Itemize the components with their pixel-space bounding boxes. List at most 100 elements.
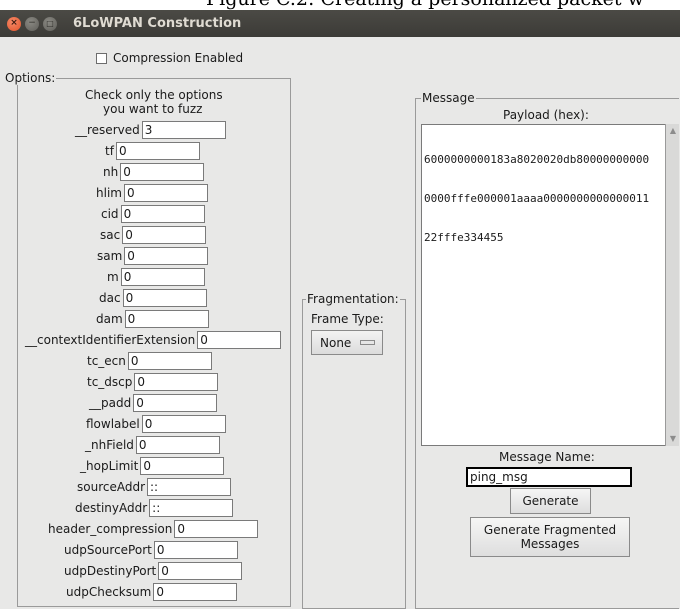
- option-input-dam[interactable]: 0: [124, 310, 209, 328]
- option-label: destinyAddr: [75, 501, 148, 515]
- option-label: dam: [96, 312, 123, 326]
- payload-line: 22fffe334455: [424, 231, 504, 244]
- payload-scrollbar[interactable]: ▲ ▼: [665, 124, 679, 446]
- option-input-hoplimit[interactable]: 0: [140, 457, 225, 475]
- option-row-hlim: hlim 0: [96, 184, 208, 202]
- option-label: tf: [105, 144, 114, 158]
- option-row-nh: nh 0: [103, 163, 205, 181]
- option-label: udpSourcePort: [64, 543, 152, 557]
- option-label: __reserved: [75, 123, 140, 137]
- option-label: __padd: [89, 396, 132, 410]
- option-label: udpDestinyPort: [64, 564, 157, 578]
- option-row-udp-destiny-port: udpDestinyPort 0: [64, 562, 243, 580]
- option-label: __contextIdentifierExtension: [25, 333, 196, 347]
- option-input-destinyaddr[interactable]: ::: [149, 499, 234, 517]
- option-input-header-compression[interactable]: 0: [174, 520, 259, 538]
- option-input-udp-checksum[interactable]: 0: [153, 583, 238, 601]
- option-input-tf[interactable]: 0: [115, 142, 200, 160]
- option-input-tc-dscp[interactable]: 0: [134, 373, 219, 391]
- option-label: hlim: [96, 186, 122, 200]
- option-label: sam: [97, 249, 123, 263]
- option-input-reserved[interactable]: 3: [141, 121, 226, 139]
- minimize-window-button[interactable]: −: [25, 16, 39, 31]
- option-input-hlim[interactable]: 0: [123, 184, 208, 202]
- option-input-sam[interactable]: 0: [124, 247, 209, 265]
- option-row-udp-checksum: udpChecksum 0: [66, 583, 238, 601]
- title-bar: × − □ 6LoWPAN Construction: [0, 10, 680, 37]
- option-row-context-identifier-extension: __contextIdentifierExtension 0: [25, 331, 282, 349]
- option-row-padd: __padd 0: [89, 394, 218, 412]
- payload-label: Payload (hex):: [503, 108, 589, 122]
- minimize-icon: −: [28, 18, 36, 28]
- scroll-down-icon[interactable]: ▼: [667, 433, 679, 445]
- frame-type-dropdown[interactable]: None: [311, 330, 383, 355]
- window-title: 6LoWPAN Construction: [73, 16, 242, 31]
- payload-textarea[interactable]: 6000000000183a8020020db80000000000 0000f…: [421, 124, 666, 446]
- dropdown-indicator-icon: [360, 340, 376, 345]
- option-row-sac: sac 0: [100, 226, 207, 244]
- fragmentation-legend: Fragmentation:: [306, 292, 400, 306]
- compression-label: Compression Enabled: [113, 51, 244, 65]
- message-name-label: Message Name:: [499, 450, 595, 464]
- option-label: tc_ecn: [87, 354, 126, 368]
- option-row-tf: tf 0: [105, 142, 200, 160]
- scroll-up-icon[interactable]: ▲: [667, 125, 679, 137]
- option-label: header_compression: [48, 522, 173, 536]
- option-row-reserved: __reserved 3: [75, 121, 226, 139]
- option-label: _hopLimit: [80, 459, 139, 473]
- close-icon: ×: [10, 18, 18, 28]
- option-label: _nhField: [85, 438, 134, 452]
- message-legend: Message: [421, 91, 476, 105]
- option-input-nhfield[interactable]: 0: [135, 436, 220, 454]
- option-input-dac[interactable]: 0: [122, 289, 207, 307]
- option-label: cid: [101, 207, 119, 221]
- option-input-nh[interactable]: 0: [120, 163, 205, 181]
- maximize-window-button[interactable]: □: [43, 16, 57, 31]
- option-input-sourceaddr[interactable]: ::: [147, 478, 232, 496]
- option-label: flowlabel: [86, 417, 140, 431]
- option-row-nhfield: _nhField 0: [85, 436, 220, 454]
- option-input-padd[interactable]: 0: [133, 394, 218, 412]
- option-row-hoplimit: _hopLimit 0: [80, 457, 225, 475]
- message-name-input[interactable]: ping_msg: [466, 467, 632, 487]
- generate-fragmented-label-line2: Messages: [520, 537, 580, 551]
- option-row-tc-ecn: tc_ecn 0: [87, 352, 212, 370]
- options-legend: Options:: [4, 71, 57, 85]
- option-input-flowlabel[interactable]: 0: [141, 415, 226, 433]
- document-caption-text: Figure C.2: Creating a personalized pack…: [206, 0, 644, 10]
- option-row-m: m 0: [107, 268, 205, 286]
- option-label: dac: [99, 291, 121, 305]
- close-window-button[interactable]: ×: [7, 16, 21, 31]
- frame-type-value: None: [320, 335, 352, 350]
- options-instruction-line1: Check only the options: [85, 88, 223, 102]
- option-row-destinyaddr: destinyAddr ::: [75, 499, 234, 517]
- option-input-context-identifier-extension[interactable]: 0: [197, 331, 282, 349]
- generate-button-label: Generate: [522, 494, 579, 508]
- payload-line: 6000000000183a8020020db80000000000: [424, 153, 650, 166]
- generate-fragmented-button[interactable]: Generate Fragmented Messages: [470, 517, 630, 557]
- option-input-tc-ecn[interactable]: 0: [127, 352, 212, 370]
- option-label: sourceAddr: [77, 480, 146, 494]
- options-instruction-line2: you want to fuzz: [103, 102, 203, 116]
- option-input-udp-destiny-port[interactable]: 0: [158, 562, 243, 580]
- option-label: tc_dscp: [87, 375, 133, 389]
- generate-fragmented-label-line1: Generate Fragmented: [483, 523, 617, 537]
- generate-button[interactable]: Generate: [510, 488, 591, 514]
- maximize-icon: □: [46, 18, 54, 28]
- compression-row: Compression Enabled: [96, 51, 243, 65]
- option-row-cid: cid 0: [101, 205, 205, 223]
- option-label: nh: [103, 165, 119, 179]
- compression-checkbox[interactable]: [96, 52, 107, 64]
- option-input-m[interactable]: 0: [120, 268, 205, 286]
- document-caption: Figure C.2: Creating a personalized pack…: [0, 0, 680, 10]
- option-label: sac: [100, 228, 121, 242]
- option-row-flowlabel: flowlabel 0: [86, 415, 226, 433]
- option-input-udp-source-port[interactable]: 0: [153, 541, 238, 559]
- option-row-tc-dscp: tc_dscp 0: [87, 373, 219, 391]
- option-row-dac: dac 0: [99, 289, 207, 307]
- option-row-udp-source-port: udpSourcePort 0: [64, 541, 238, 559]
- option-input-cid[interactable]: 0: [120, 205, 205, 223]
- option-row-sourceaddr: sourceAddr ::: [77, 478, 232, 496]
- option-input-sac[interactable]: 0: [122, 226, 207, 244]
- option-row-header-compression: header_compression 0: [48, 520, 259, 538]
